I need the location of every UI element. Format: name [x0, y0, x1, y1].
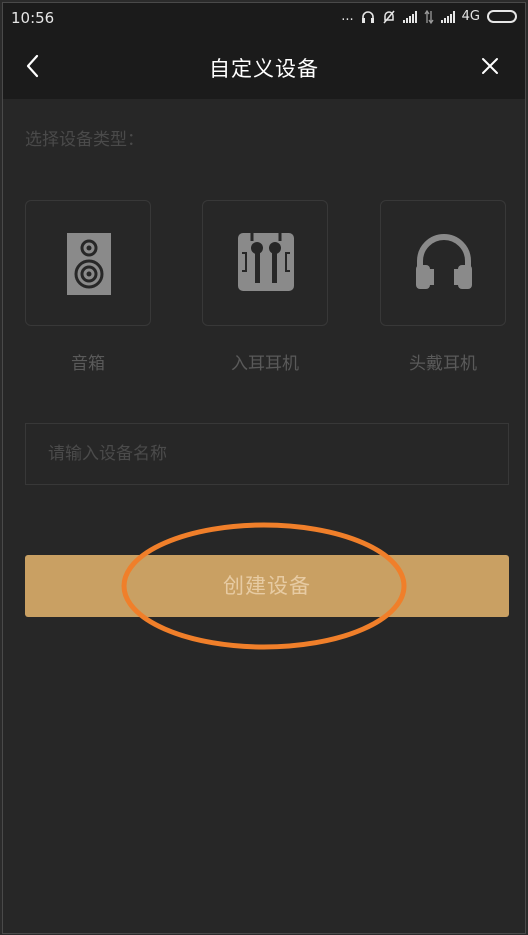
earphones-icon: [238, 233, 294, 291]
page-title: 自定义设备: [209, 57, 319, 81]
data-arrows-icon: [424, 9, 434, 24]
nav-bar: 自定义设备: [3, 33, 525, 99]
signal-icon: [402, 10, 417, 23]
highlight-ellipse: [121, 522, 407, 650]
battery-icon: [487, 10, 517, 23]
more-dots-icon: ...: [341, 9, 354, 24]
device-label-earphones: 入耳耳机: [231, 354, 299, 374]
status-bar: 10:56 ... 4G: [3, 3, 525, 33]
device-option-speaker[interactable]: [25, 200, 151, 326]
silent-icon: [383, 10, 395, 23]
device-label-headphones: 头戴耳机: [409, 354, 477, 374]
speaker-icon: [67, 233, 111, 295]
signal-icon-2: [440, 10, 455, 23]
headphones-icon: [416, 234, 472, 289]
device-name-input[interactable]: 请输入设备名称: [25, 423, 509, 485]
network-type: 4G: [461, 9, 480, 24]
device-name-placeholder: 请输入设备名称: [48, 444, 167, 464]
close-icon[interactable]: [477, 53, 503, 79]
app-screen: 10:56 ... 4G 自定义设备 选择设备类型： 音箱 入耳耳机 头戴耳机 …: [2, 2, 526, 934]
status-time: 10:56: [11, 9, 55, 27]
status-icons: ... 4G: [341, 9, 517, 24]
headphone-icon: [361, 10, 374, 23]
device-option-earphones[interactable]: [202, 200, 328, 326]
device-label-speaker: 音箱: [71, 354, 105, 374]
device-type-label: 选择设备类型：: [25, 130, 144, 150]
device-option-headphones[interactable]: [380, 200, 506, 326]
